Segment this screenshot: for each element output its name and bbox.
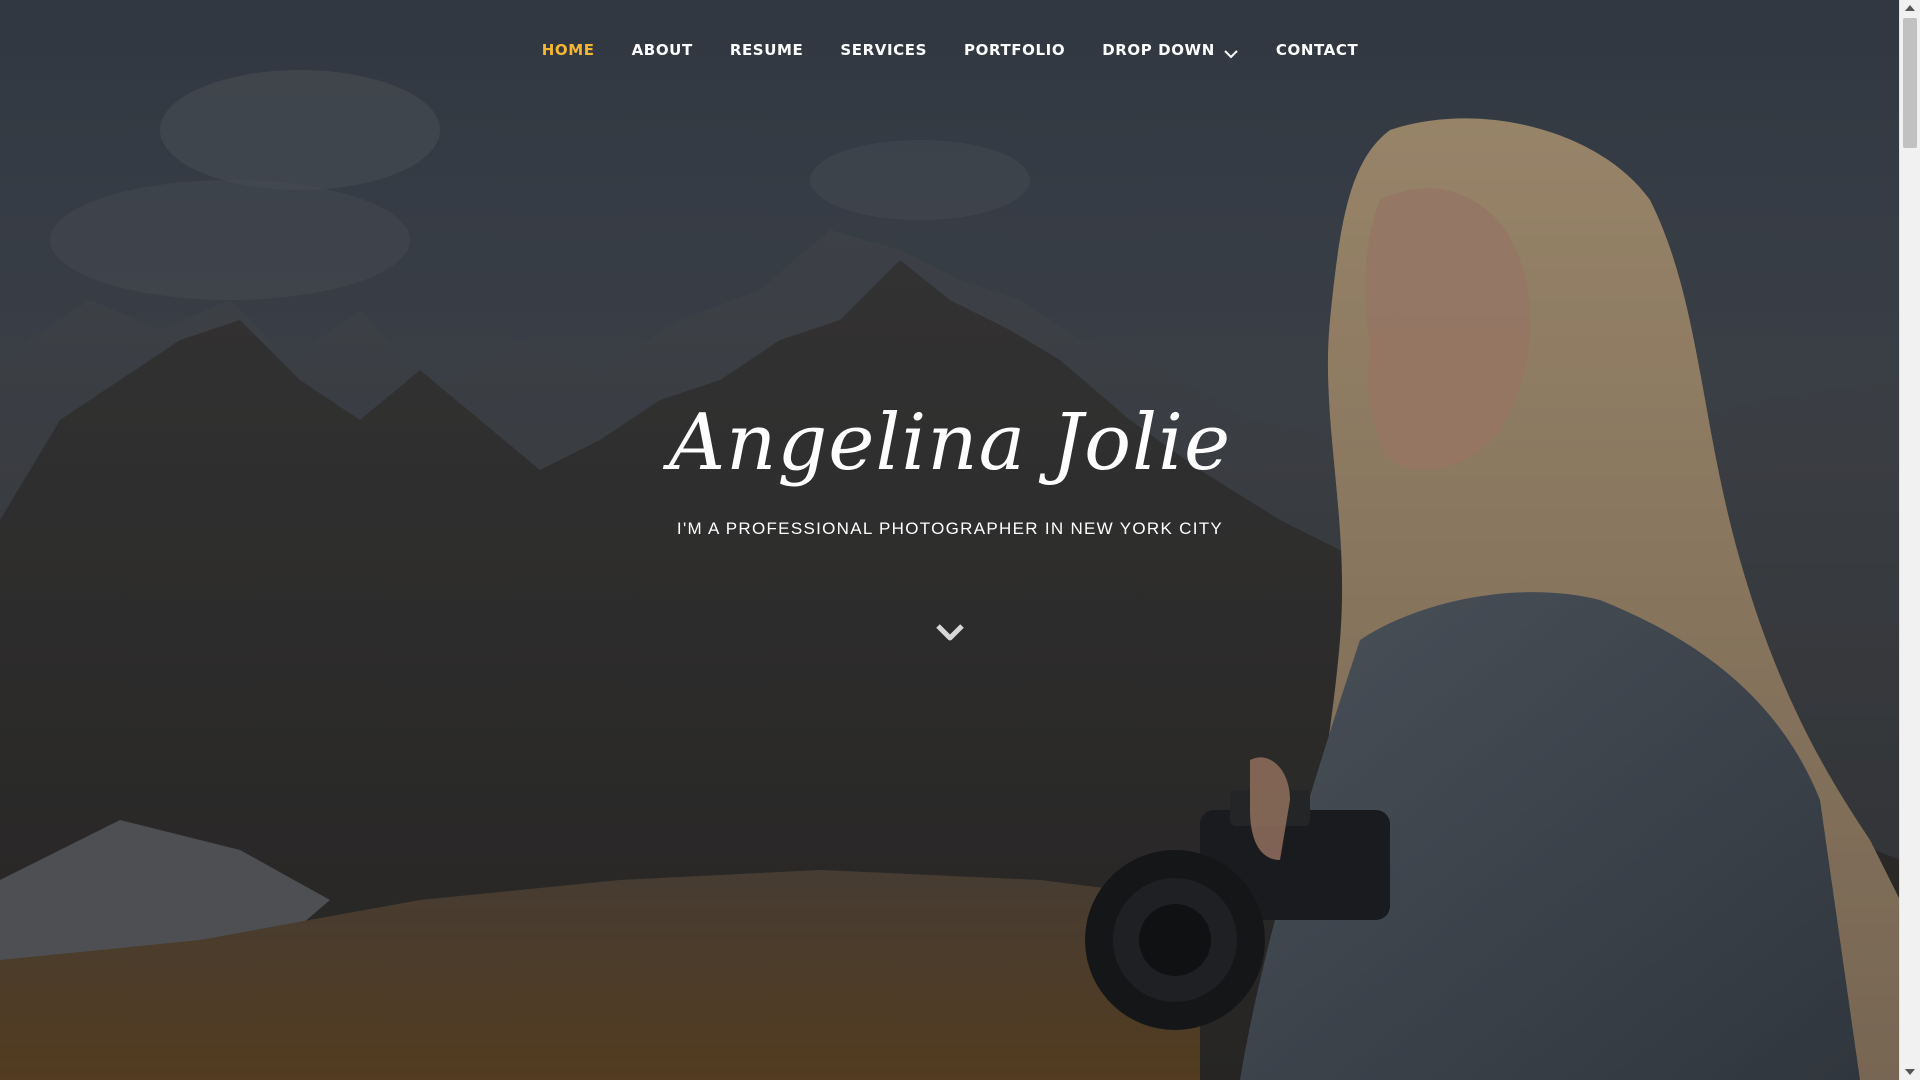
chevron-down-icon	[1223, 45, 1239, 59]
nav-item-portfolio[interactable]: PORTFOLIO	[946, 41, 1084, 59]
hero-dark-overlay	[0, 0, 1900, 1080]
hero-title: Angelina Jolie	[668, 398, 1232, 488]
nav-item-drop-down[interactable]: DROP DOWN	[1084, 41, 1258, 59]
nav-item-label: ABOUT	[631, 41, 693, 59]
scroll-down-button[interactable]	[934, 620, 966, 644]
nav-item-contact[interactable]: CONTACT	[1257, 41, 1376, 59]
page: HOME ABOUT RESUME SERVICES PORTFOLIO DRO…	[0, 0, 1920, 1080]
nav-item-resume[interactable]: RESUME	[711, 41, 822, 59]
nav-item-label: CONTACT	[1275, 41, 1359, 59]
nav-item-label: SERVICES	[840, 41, 928, 59]
nav-item-label: RESUME	[729, 41, 804, 59]
nav-item-label: PORTFOLIO	[964, 41, 1066, 59]
scrollbar-thumb[interactable]	[1903, 18, 1917, 148]
nav-menu: HOME ABOUT RESUME SERVICES PORTFOLIO DRO…	[523, 41, 1377, 59]
chevron-down-icon	[934, 624, 966, 648]
nav-item-about[interactable]: ABOUT	[613, 41, 711, 59]
nav-item-home[interactable]: HOME	[523, 41, 613, 59]
page-scrollbar[interactable]	[1899, 0, 1920, 1080]
nav-item-label: HOME	[541, 41, 595, 59]
main-navigation: HOME ABOUT RESUME SERVICES PORTFOLIO DRO…	[0, 0, 1900, 100]
nav-item-label: DROP DOWN	[1102, 41, 1215, 59]
scroll-down-arrow-icon[interactable]	[1900, 1064, 1920, 1080]
nav-item-services[interactable]: SERVICES	[822, 41, 946, 59]
hero-subtitle: I'M A PROFESSIONAL PHOTOGRAPHER IN NEW Y…	[676, 519, 1224, 538]
scroll-up-arrow-icon[interactable]	[1900, 0, 1920, 16]
